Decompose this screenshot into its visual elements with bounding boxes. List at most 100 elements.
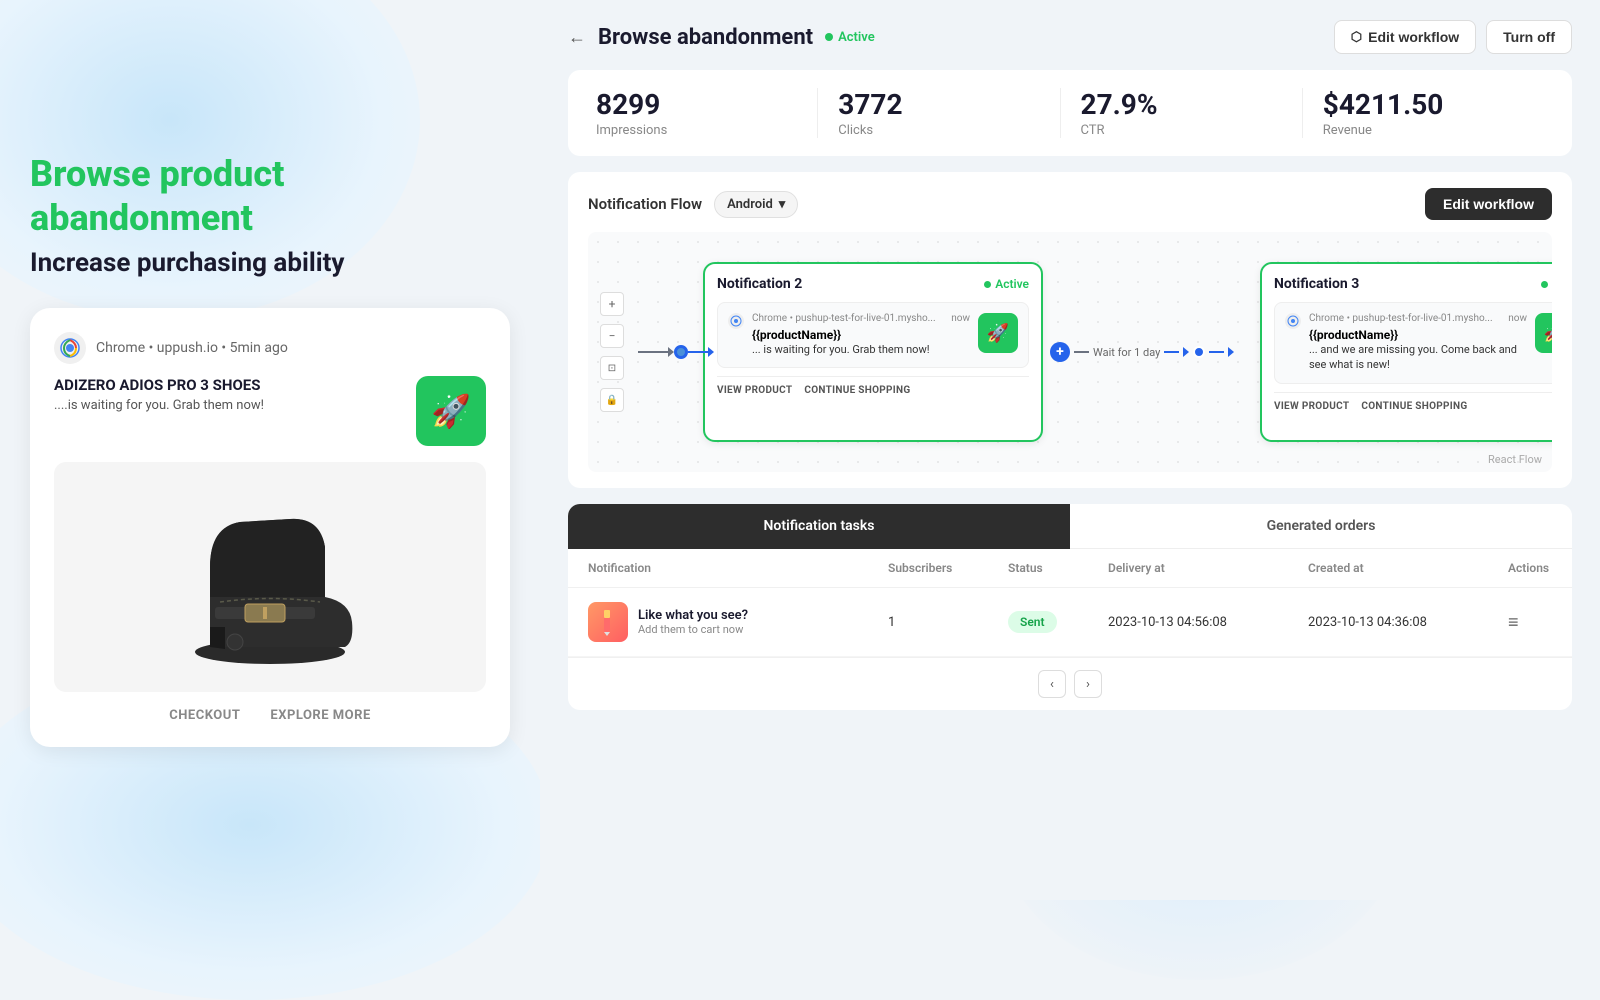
notif2-meta: Chrome • pushup-test-for-live-01.mysho..… bbox=[752, 313, 970, 324]
notif2-product-name: {{productName}} bbox=[752, 328, 970, 342]
notif-card-header: Chrome • uppush.io • 5min ago bbox=[54, 332, 486, 364]
row-actions-cell[interactable]: ≡ bbox=[1508, 612, 1572, 633]
notif-product-title: ADIZERO ADIOS PRO 3 SHOES bbox=[54, 376, 404, 394]
flow-edit-workflow-button[interactable]: Edit workflow bbox=[1425, 188, 1552, 220]
notif2-content: Chrome • pushup-test-for-live-01.mysho..… bbox=[752, 313, 970, 357]
main-title: Browse product abandonment bbox=[30, 153, 510, 239]
ctr-value: 27.9% bbox=[1081, 88, 1282, 121]
bottom-section: Notification tasks Generated orders Noti… bbox=[568, 504, 1572, 710]
edit-workflow-label: Edit workflow bbox=[1368, 29, 1459, 45]
entry-line bbox=[638, 351, 668, 353]
back-arrow-icon[interactable]: ← bbox=[568, 27, 586, 48]
stat-revenue: $4211.50 Revenue bbox=[1323, 88, 1544, 138]
shoe-image-container bbox=[54, 462, 486, 692]
zoom-in-button[interactable]: + bbox=[600, 292, 624, 316]
row-delivery-cell: 2023-10-13 04:56:08 bbox=[1108, 615, 1308, 630]
notif2-title: Notification 2 bbox=[717, 276, 802, 292]
platform-dropdown[interactable]: Android ▾ bbox=[714, 191, 798, 218]
row-notification-cell: Like what you see? Add them to cart now bbox=[588, 602, 888, 642]
active-badge: Active bbox=[825, 30, 875, 45]
entry-node bbox=[674, 345, 688, 359]
notif3-meta: Chrome • pushup-test-for-live-01.mysho..… bbox=[1309, 313, 1527, 324]
revenue-label: Revenue bbox=[1323, 123, 1524, 138]
stats-bar: 8299 Impressions 3772 Clicks 27.9% CTR $… bbox=[568, 70, 1572, 156]
row-created-cell: 2023-10-13 04:36:08 bbox=[1308, 615, 1508, 630]
notif3-content: Chrome • pushup-test-for-live-01.mysho..… bbox=[1309, 313, 1527, 373]
checkout-btn[interactable]: CHECKOUT bbox=[169, 708, 240, 723]
next-page-button[interactable]: › bbox=[1074, 670, 1102, 698]
notif2-btn2[interactable]: CONTINUE SHOPPING bbox=[804, 385, 910, 396]
zoom-out-button[interactable]: − bbox=[600, 324, 624, 348]
notif2-active-badge: Active bbox=[984, 277, 1029, 291]
ctr-label: CTR bbox=[1081, 123, 1282, 138]
row-subscribers-cell: 1 bbox=[888, 615, 1008, 630]
notif3-btn1[interactable]: VIEW PRODUCT bbox=[1274, 401, 1349, 412]
impressions-label: Impressions bbox=[596, 123, 797, 138]
sub-title: Increase purchasing ability bbox=[30, 248, 510, 278]
impressions-value: 8299 bbox=[596, 88, 797, 121]
header-actions: ⬡ Edit workflow Turn off bbox=[1334, 20, 1572, 54]
prev-page-button[interactable]: ‹ bbox=[1038, 670, 1066, 698]
notif2-browser: Chrome • pushup-test-for-live-01.mysho..… bbox=[752, 313, 936, 324]
row-status-cell: Sent bbox=[1008, 611, 1108, 633]
notification-preview-card: Chrome • uppush.io • 5min ago ADIZERO AD… bbox=[30, 308, 510, 747]
stat-clicks: 3772 Clicks bbox=[838, 88, 1060, 138]
chevron-down-icon: ▾ bbox=[779, 197, 786, 212]
flow-header-left: Notification Flow Android ▾ bbox=[588, 191, 798, 218]
notif-product-body: ....is waiting for you. Grab them now! bbox=[54, 398, 404, 413]
notif3-product-name: {{productName}} bbox=[1309, 328, 1527, 342]
notif3-icon-box: 🚀 bbox=[1535, 313, 1552, 353]
edit-workflow-button[interactable]: ⬡ Edit workflow bbox=[1334, 20, 1476, 54]
connector-arrow-1 bbox=[708, 347, 714, 357]
notif3-btn2[interactable]: CONTINUE SHOPPING bbox=[1361, 401, 1467, 412]
flow-controls: + − ⊡ 🔒 bbox=[600, 292, 624, 412]
explore-btn[interactable]: EXPLORE MORE bbox=[270, 708, 370, 723]
plus-connector-icon[interactable]: + bbox=[1050, 342, 1070, 362]
notif-text-area: ADIZERO ADIOS PRO 3 SHOES ....is waiting… bbox=[54, 376, 404, 413]
stat-impressions: 8299 Impressions bbox=[596, 88, 818, 138]
stat-ctr: 27.9% CTR bbox=[1081, 88, 1303, 138]
active-dot-icon bbox=[825, 33, 833, 41]
tab-generated-orders[interactable]: Generated orders bbox=[1070, 504, 1572, 549]
row-thumbnail bbox=[588, 602, 628, 642]
notif3-active-dot bbox=[1541, 281, 1548, 288]
turn-off-button[interactable]: Turn off bbox=[1486, 20, 1572, 54]
connector-line-1 bbox=[688, 351, 708, 353]
rocket-icon: 🚀 bbox=[431, 392, 471, 430]
clicks-value: 3772 bbox=[838, 88, 1039, 121]
flow-title: Notification Flow bbox=[588, 195, 702, 213]
col-created: Created at bbox=[1308, 561, 1508, 575]
revenue-value: $4211.50 bbox=[1323, 88, 1524, 121]
notif-content: ADIZERO ADIOS PRO 3 SHOES ....is waiting… bbox=[54, 376, 486, 446]
flow-canvas: + − ⊡ 🔒 Notification 2 Active bbox=[588, 232, 1552, 472]
notif-actions: CHECKOUT EXPLORE MORE bbox=[54, 708, 486, 723]
notif3-time: now bbox=[1508, 313, 1527, 324]
left-panel: Browse product abandonment Increase purc… bbox=[0, 0, 540, 900]
notif2-btn1[interactable]: VIEW PRODUCT bbox=[717, 385, 792, 396]
lock-button[interactable]: 🔒 bbox=[600, 388, 624, 412]
row-notif-sub: Add them to cart now bbox=[638, 623, 748, 636]
col-delivery: Delivery at bbox=[1108, 561, 1308, 575]
notif3-action-btns: VIEW PRODUCT CONTINUE SHOPPING bbox=[1274, 392, 1552, 412]
clicks-label: Clicks bbox=[838, 123, 1039, 138]
fit-view-button[interactable]: ⊡ bbox=[600, 356, 624, 380]
notif3-chrome-icon bbox=[1285, 313, 1301, 329]
notif2-icon-box: 🚀 bbox=[978, 313, 1018, 353]
tab-notification-tasks[interactable]: Notification tasks bbox=[568, 504, 1070, 549]
notif2-header: Notification 2 Active bbox=[717, 276, 1029, 292]
page-title: Browse abandonment bbox=[598, 25, 813, 50]
notif3-header: Notification 3 Active bbox=[1274, 276, 1552, 292]
notif2-chrome-icon bbox=[728, 313, 744, 329]
actions-menu-icon[interactable]: ≡ bbox=[1508, 612, 1519, 633]
bottom-tabs: Notification tasks Generated orders bbox=[568, 504, 1572, 549]
platform-label: Android bbox=[727, 197, 773, 212]
notif2-time: now bbox=[951, 313, 970, 324]
notif2-body: ... is waiting for you. Grab them now! bbox=[752, 342, 970, 357]
pagination-controls: ‹ › bbox=[568, 657, 1572, 710]
notif2-preview: Chrome • pushup-test-for-live-01.mysho..… bbox=[717, 302, 1029, 368]
notif-meta: Chrome • uppush.io • 5min ago bbox=[96, 340, 288, 356]
flow-header: Notification Flow Android ▾ Edit workflo… bbox=[588, 188, 1552, 220]
notif3-title: Notification 3 bbox=[1274, 276, 1359, 292]
status-badge: Sent bbox=[1008, 611, 1057, 633]
notif-icon-box: 🚀 bbox=[416, 376, 486, 446]
